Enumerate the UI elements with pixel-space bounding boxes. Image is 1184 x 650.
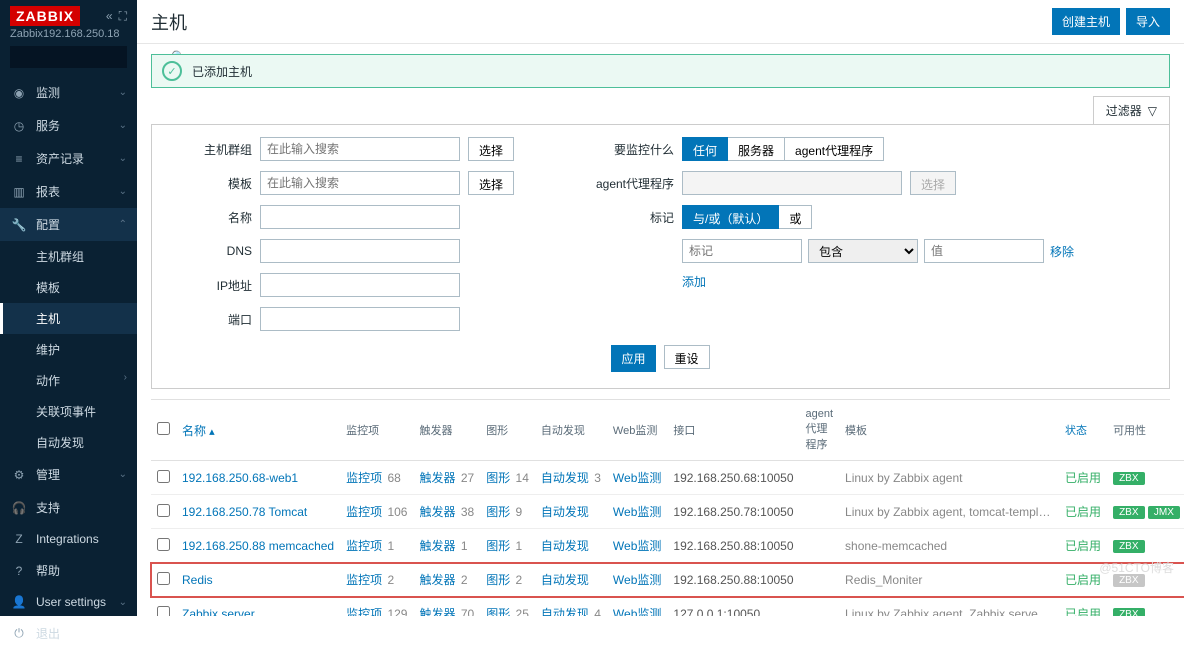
- host-link[interactable]: 192.168.250.78 Tomcat: [182, 505, 307, 519]
- list-icon: ≡: [10, 152, 28, 166]
- nav-inventory[interactable]: ≡资产记录⌄: [0, 142, 137, 175]
- table-row: 192.168.250.78 Tomcat 监控项 106 触发器 38 图形 …: [151, 495, 1184, 529]
- sub-discovery[interactable]: 自动发现: [0, 427, 137, 458]
- ip-input[interactable]: [260, 273, 460, 297]
- sub-correlation[interactable]: 关联项事件: [0, 396, 137, 427]
- filter-panel: 主机群组选择 模板选择 名称 DNS IP地址 端口 要监控什么 任何 服务器 …: [151, 124, 1170, 389]
- row-checkbox[interactable]: [157, 606, 170, 617]
- wrench-icon: 🔧: [10, 218, 28, 232]
- table-row: 192.168.250.68-web1 监控项 68 触发器 27 图形 14 …: [151, 461, 1184, 495]
- status-link[interactable]: 已启用: [1065, 573, 1101, 587]
- headset-icon: 🎧: [10, 501, 28, 515]
- row-checkbox[interactable]: [157, 572, 170, 585]
- hostgroup-select[interactable]: 选择: [468, 137, 514, 161]
- sub-hosts[interactable]: 主机: [0, 303, 137, 334]
- sub-actions[interactable]: 动作›: [0, 365, 137, 396]
- template-select[interactable]: 选择: [468, 171, 514, 195]
- nav-services[interactable]: ◷服务⌄: [0, 109, 137, 142]
- table-row: Redis 监控项 2 触发器 2 图形 2 自动发现 Web监测 192.16…: [151, 563, 1184, 597]
- name-input[interactable]: [260, 205, 460, 229]
- funnel-icon: ▽: [1148, 104, 1157, 118]
- chevron-up-icon: ⌃: [119, 219, 127, 230]
- tag-name-input[interactable]: [682, 239, 802, 263]
- tag-remove-link[interactable]: 移除: [1050, 243, 1074, 260]
- col-status[interactable]: 状态: [1059, 400, 1107, 461]
- select-all-checkbox[interactable]: [157, 422, 170, 435]
- check-icon: ✓: [162, 61, 182, 81]
- clock-icon: ◷: [10, 119, 28, 133]
- row-checkbox[interactable]: [157, 504, 170, 517]
- z-icon: Z: [10, 532, 28, 546]
- status-link[interactable]: 已启用: [1065, 539, 1101, 553]
- template-input[interactable]: [260, 171, 460, 195]
- col-name[interactable]: 名称 ▴: [176, 400, 340, 461]
- sub-maintenance[interactable]: 维护: [0, 334, 137, 365]
- hosts-table: 名称 ▴ 监控项 触发器 图形 自动发现 Web监测 接口 agent代理程序 …: [151, 400, 1184, 616]
- watermark: @51CTO博客: [1099, 559, 1174, 576]
- chart-icon: ▥: [10, 185, 28, 199]
- proxy-select: 选择: [910, 171, 956, 195]
- tags-andor[interactable]: 与/或（默认）: [682, 205, 779, 229]
- nav-integrations[interactable]: ZIntegrations: [0, 524, 137, 554]
- sidebar: ZABBIX « ⛶ Zabbix192.168.250.18 🔍 ◉监测⌄ ◷…: [0, 0, 137, 616]
- tags-or[interactable]: 或: [779, 205, 812, 229]
- reset-button[interactable]: 重设: [664, 345, 710, 369]
- table-row: Zabbix server 监控项 129 触发器 70 图形 25 自动发现 …: [151, 597, 1184, 617]
- success-alert: ✓ 已添加主机: [151, 54, 1170, 88]
- collapse-icon[interactable]: «: [106, 9, 113, 24]
- logo[interactable]: ZABBIX: [10, 6, 80, 26]
- import-button[interactable]: 导入: [1126, 8, 1170, 35]
- filter-tab[interactable]: 过滤器 ▽: [1093, 96, 1170, 124]
- status-link[interactable]: 已启用: [1065, 607, 1101, 616]
- nav-user[interactable]: 👤User settings⌄: [0, 587, 137, 617]
- server-label: Zabbix192.168.250.18: [0, 28, 137, 46]
- dns-input[interactable]: [260, 239, 460, 263]
- nav-help[interactable]: ?帮助: [0, 554, 137, 587]
- status-link[interactable]: 已启用: [1065, 471, 1101, 485]
- status-link[interactable]: 已启用: [1065, 505, 1101, 519]
- create-host-button[interactable]: 创建主机: [1052, 8, 1120, 35]
- host-link[interactable]: Redis: [182, 573, 213, 587]
- alert-text: 已添加主机: [192, 63, 252, 80]
- nav-config[interactable]: 🔧配置⌃: [0, 208, 137, 241]
- tag-op-select[interactable]: 包含: [808, 239, 918, 263]
- row-checkbox[interactable]: [157, 470, 170, 483]
- host-link[interactable]: Zabbix server: [182, 607, 255, 617]
- power-icon: ⏻: [10, 626, 28, 641]
- eye-icon: ◉: [10, 86, 28, 100]
- main-content: 主机 创建主机 导入 ✓ 已添加主机 过滤器 ▽ 主机群组选择 模板选择 名称 …: [137, 0, 1184, 616]
- page-title: 主机: [151, 9, 187, 35]
- nav-monitoring[interactable]: ◉监测⌄: [0, 76, 137, 109]
- sidebar-search[interactable]: 🔍: [10, 46, 127, 68]
- host-link[interactable]: 192.168.250.88 memcached: [182, 539, 334, 553]
- hostgroup-input[interactable]: [260, 137, 460, 161]
- nav-support[interactable]: 🎧支持: [0, 491, 137, 524]
- host-link[interactable]: 192.168.250.68-web1: [182, 471, 298, 485]
- proxy-input: [682, 171, 902, 195]
- table-row: 192.168.250.88 memcached 监控项 1 触发器 1 图形 …: [151, 529, 1184, 563]
- monitored-segment: 任何 服务器 agent代理程序: [682, 137, 884, 161]
- nav-admin[interactable]: ⚙管理⌄: [0, 458, 137, 491]
- nav-reports[interactable]: ▥报表⌄: [0, 175, 137, 208]
- port-input[interactable]: [260, 307, 460, 331]
- expand-icon[interactable]: ⛶: [119, 9, 127, 24]
- apply-button[interactable]: 应用: [611, 345, 655, 372]
- seg-any[interactable]: 任何: [682, 137, 728, 161]
- seg-server[interactable]: 服务器: [728, 137, 785, 161]
- sub-templates[interactable]: 模板: [0, 272, 137, 303]
- tag-value-input[interactable]: [924, 239, 1044, 263]
- nav-logout[interactable]: ⏻退出: [0, 617, 137, 650]
- sub-hostgroups[interactable]: 主机群组: [0, 241, 137, 272]
- row-checkbox[interactable]: [157, 538, 170, 551]
- seg-proxy[interactable]: agent代理程序: [785, 137, 884, 161]
- tag-add-link[interactable]: 添加: [682, 273, 706, 290]
- user-icon: 👤: [10, 595, 28, 609]
- gear-icon: ⚙: [10, 468, 28, 482]
- question-icon: ?: [10, 564, 28, 578]
- chevron-down-icon: ⌄: [119, 87, 127, 98]
